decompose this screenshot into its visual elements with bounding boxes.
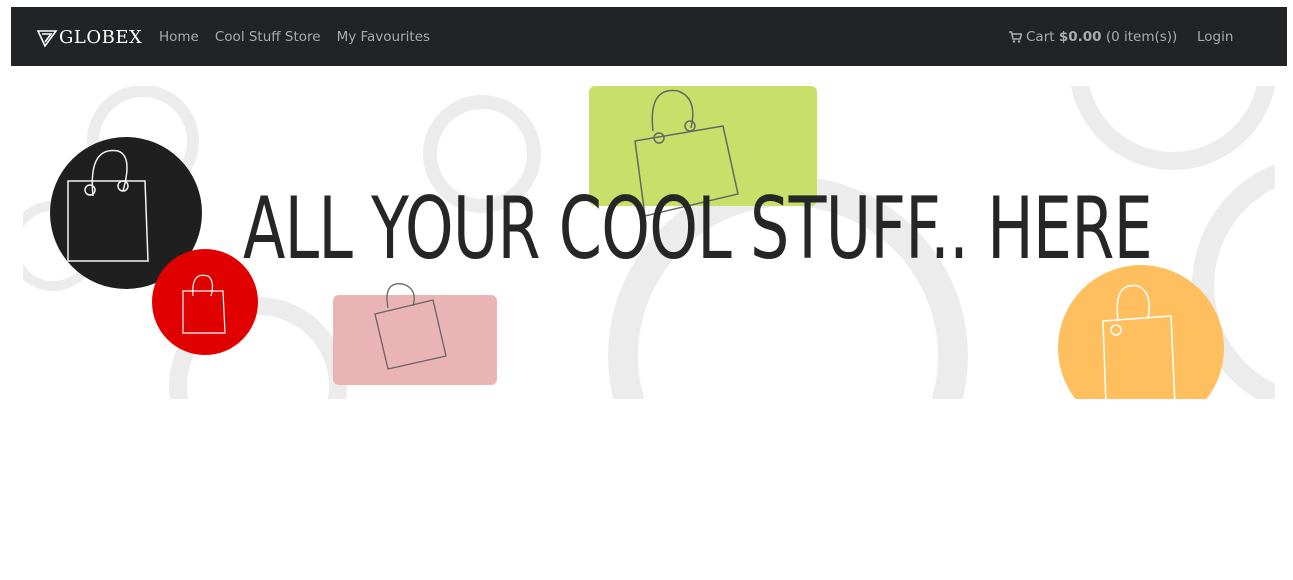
pink-bag-blob: [333, 283, 497, 385]
brand-logo[interactable]: GLOBEX: [36, 24, 142, 50]
nav-links: Home Cool Stuff Store My Favourites: [159, 7, 446, 66]
cart-label: Cart: [1026, 28, 1055, 45]
globex-logo-icon: [36, 30, 58, 48]
cart-item-count: (0 item(s)): [1105, 28, 1178, 45]
nav-link-cool-stuff-store[interactable]: Cool Stuff Store: [215, 29, 321, 45]
brand-name: GLOBEX: [59, 26, 143, 48]
cart-link[interactable]: Cart $0.00 (0 item(s)): [1009, 7, 1177, 66]
cart-amount: $0.00: [1058, 28, 1102, 45]
hero-headline: ALL YOUR COOL STUFF.. HERE: [243, 179, 1153, 279]
login-link[interactable]: Login: [1197, 7, 1233, 66]
nav-link-my-favourites[interactable]: My Favourites: [337, 29, 430, 45]
hero-banner: ALL YOUR COOL STUFF.. HERE: [23, 86, 1275, 399]
nav-link-home[interactable]: Home: [159, 29, 199, 45]
top-navbar: GLOBEX Home Cool Stuff Store My Favourit…: [11, 7, 1287, 66]
shopping-cart-icon: [1009, 30, 1022, 43]
